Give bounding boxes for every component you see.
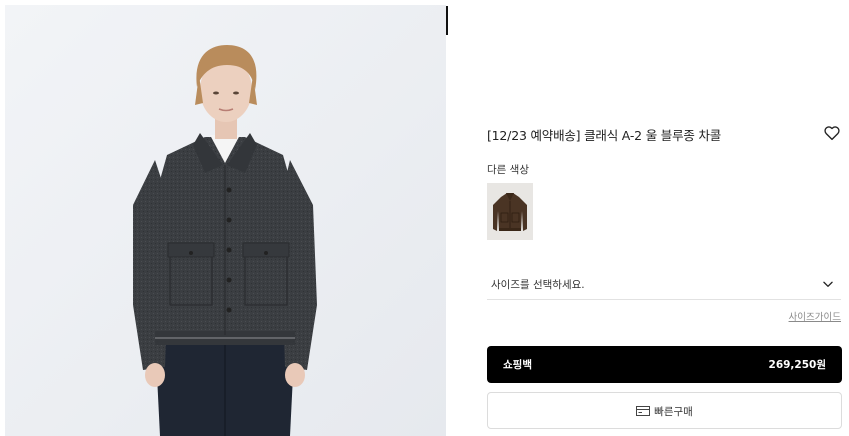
shopping-bag-button[interactable]: 쇼핑백 269,250원 bbox=[487, 346, 842, 383]
model-photo bbox=[5, 5, 446, 436]
product-image bbox=[5, 5, 446, 436]
other-colors-label: 다른 색상 bbox=[487, 164, 529, 176]
size-select[interactable]: 사이즈를 선택하세요. bbox=[487, 270, 841, 300]
brown-jacket-thumbnail bbox=[487, 183, 533, 240]
price: 269,250원 bbox=[768, 359, 826, 371]
wishlist-button[interactable] bbox=[823, 124, 841, 142]
heart-outline-icon bbox=[824, 126, 840, 141]
product-title: [12/23 예약배송] 클래식 A-2 울 블루종 차콜 bbox=[487, 128, 722, 143]
chevron-down-icon bbox=[821, 277, 835, 291]
size-guide-link[interactable]: 사이즈가이드 bbox=[789, 309, 841, 323]
card-icon bbox=[636, 406, 651, 416]
shopping-bag-label: 쇼핑백 bbox=[503, 359, 532, 371]
scroll-indicator bbox=[446, 6, 448, 35]
quick-buy-button[interactable]: 빠른구매 bbox=[487, 392, 842, 429]
size-select-placeholder: 사이즈를 선택하세요. bbox=[491, 279, 585, 291]
quick-buy-label: 빠른구매 bbox=[654, 406, 693, 418]
color-swatch-brown[interactable] bbox=[487, 183, 533, 240]
